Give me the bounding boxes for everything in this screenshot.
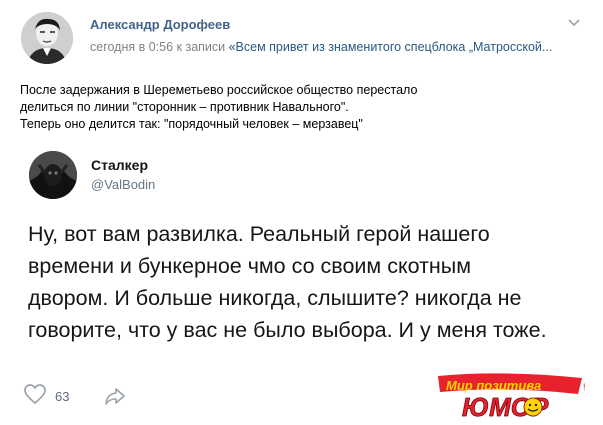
author-name[interactable]: Александр Дорофеев — [90, 17, 230, 32]
reply-target-link[interactable]: «Всем привет из знаменитого спецблока „М… — [229, 40, 553, 54]
post-text-line: После задержания в Шереметьево российско… — [20, 83, 418, 97]
post-text: После задержания в Шереметьево российско… — [20, 82, 595, 133]
tweet-text-line: говорите, что у вас не было выбора. И у … — [28, 318, 547, 342]
tweet-author-name[interactable]: Сталкер — [91, 157, 148, 173]
post-time[interactable]: сегодня в 0:56 к записи — [90, 40, 229, 54]
post-text-line: делиться по линии "сторонник – противник… — [20, 100, 349, 114]
tweet-text-line: двором. И больше никогда, слышите? никог… — [28, 286, 522, 310]
author-avatar[interactable] — [21, 12, 73, 64]
heart-icon — [23, 383, 47, 410]
share-icon[interactable] — [104, 386, 126, 406]
like-button[interactable]: 63 — [23, 383, 70, 410]
svg-text:!: ! — [583, 382, 586, 392]
post-text-line: Теперь оно делится так: "порядочный чело… — [20, 117, 363, 131]
watermark-logo: Мир позитива ! ЮМОР — [432, 372, 592, 422]
tweet-text-line: Ну, вот вам развилка. Реальный герой наш… — [28, 222, 490, 246]
svg-text:Мир позитива: Мир позитива — [446, 378, 541, 393]
tweet-text-line: времени и бункерное чмо со своим скотным — [28, 254, 472, 278]
more-icon[interactable] — [567, 16, 581, 30]
like-count: 63 — [55, 388, 70, 404]
tweet-text: Ну, вот вам развилка. Реальный герой наш… — [28, 218, 598, 346]
post-meta: сегодня в 0:56 к записи «Всем привет из … — [90, 40, 603, 54]
tweet-avatar[interactable] — [29, 151, 77, 199]
tweet-author-handle[interactable]: @ValBodin — [91, 177, 155, 192]
